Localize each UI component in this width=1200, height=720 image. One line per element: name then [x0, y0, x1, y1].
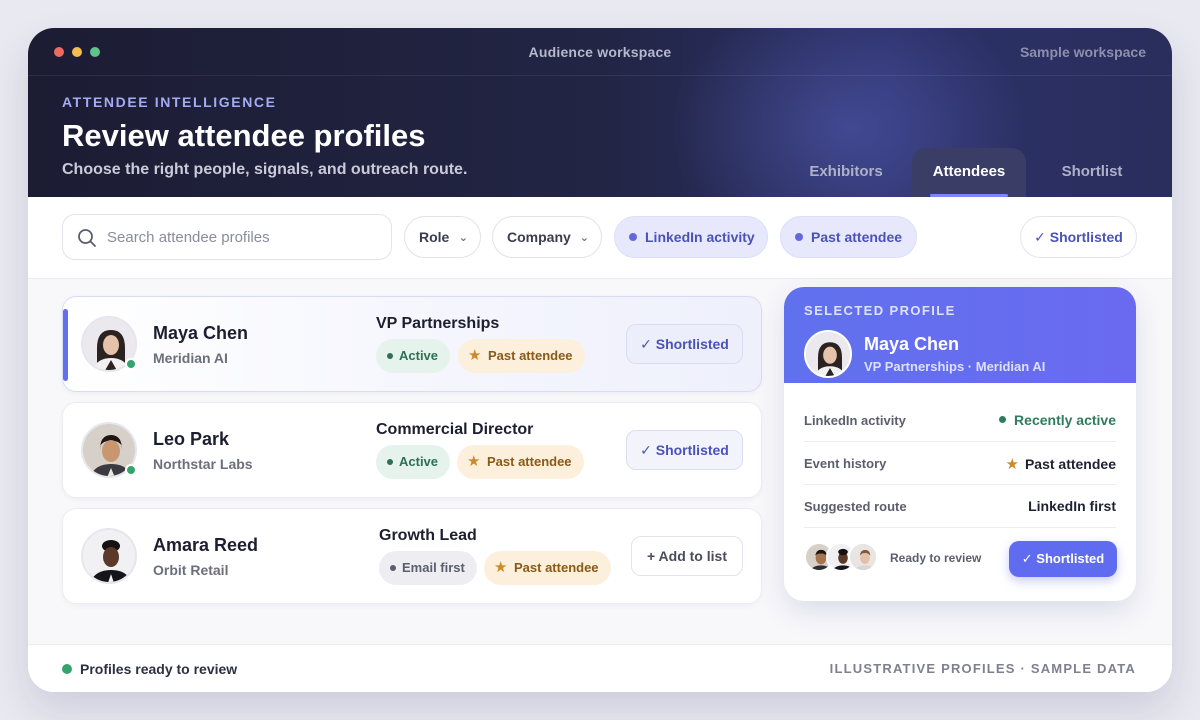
role-filter-label: Role	[419, 229, 450, 245]
panel-header: SELECTED PROFILE Maya Chen VP Partnershi…	[784, 287, 1136, 383]
profile-card-maya-chen[interactable]: Maya Chen Meridian AI VP Partnerships Ac…	[62, 296, 762, 392]
search-box[interactable]	[62, 214, 392, 260]
status-badge-label: Active	[399, 348, 439, 363]
title-bar: Audience workspace Sample workspace	[28, 28, 1172, 76]
app-window: Audience workspace Sample workspace ATTE…	[28, 28, 1172, 692]
profile-company: Meridian AI	[153, 350, 228, 366]
profile-role: VP Partnerships	[376, 315, 500, 332]
avatar	[81, 528, 137, 584]
profile-role: Commercial Director	[376, 421, 534, 438]
panel-row-value: LinkedIn first	[1028, 498, 1116, 514]
footer-note: ILLUSTRATIVE PROFILES · SAMPLE DATA	[829, 661, 1136, 676]
selection-indicator	[63, 309, 68, 381]
past-attendee-badge: ★ Past attendee	[458, 339, 585, 373]
linkedin-status-text: Recently active	[1014, 412, 1116, 428]
filter-dot-icon	[629, 233, 637, 241]
profile-card-leo-park[interactable]: Leo Park Northstar Labs Commercial Direc…	[62, 402, 762, 498]
chevron-down-icon: ⌄	[579, 232, 589, 244]
page-eyebrow: ATTENDEE INTELLIGENCE	[62, 94, 277, 110]
avatar-stack	[804, 542, 884, 574]
past-attendee-badge-label: Past attendee	[488, 348, 573, 363]
profile-company: Orbit Retail	[153, 562, 229, 578]
tab-attendees[interactable]: Attendees	[912, 148, 1026, 197]
window-title: Audience workspace	[528, 44, 672, 60]
panel-profile-subtitle: VP Partnerships · Meridian AI	[864, 359, 1046, 374]
chevron-down-icon: ⌄	[458, 232, 468, 244]
past-attendee-badge: ★ Past attendee	[484, 551, 611, 585]
tab-shortlist[interactable]: Shortlist	[1034, 148, 1150, 197]
star-icon: ★	[1005, 456, 1019, 473]
panel-row-linkedin: LinkedIn activity Recently active	[804, 399, 1116, 442]
status-dot-icon	[999, 416, 1007, 423]
selected-profile-panel: SELECTED PROFILE Maya Chen VP Partnershi…	[784, 287, 1136, 601]
tab-exhibitors[interactable]: Exhibitors	[788, 148, 904, 197]
footer-status: Profiles ready to review	[80, 661, 238, 677]
panel-row-label: LinkedIn activity	[804, 413, 906, 428]
profile-name: Leo Park	[153, 429, 230, 449]
ready-to-review-label: Ready to review	[890, 551, 982, 565]
footer: Profiles ready to review ILLUSTRATIVE PR…	[28, 644, 1172, 692]
linkedin-activity-filter[interactable]: LinkedIn activity	[614, 216, 768, 258]
shortlisted-filter[interactable]: ✓ Shortlisted	[1020, 216, 1137, 258]
profile-name: Amara Reed	[153, 535, 259, 555]
role-filter[interactable]: Role ⌄	[404, 216, 481, 258]
profile-company: Northstar Labs	[153, 456, 253, 472]
panel-row-label: Suggested route	[804, 499, 907, 514]
filter-bar: Role ⌄ Company ⌄ LinkedIn activity Past …	[28, 197, 1172, 279]
email-first-badge-label: Email first	[402, 560, 465, 575]
search-icon	[77, 228, 97, 248]
company-filter[interactable]: Company ⌄	[492, 216, 602, 258]
shortlisted-button[interactable]: ✓ Shortlisted	[626, 324, 743, 364]
linkedin-activity-filter-label: LinkedIn activity	[645, 229, 755, 245]
status-badge-active: Active	[376, 445, 451, 479]
page-subtitle: Choose the right people, signals, and ou…	[62, 161, 468, 178]
panel-row-value: ★ Past attendee	[1006, 455, 1117, 473]
past-attendee-badge: ★ Past attendee	[457, 445, 584, 479]
panel-shortlisted-button[interactable]: ✓ Shortlisted	[1009, 541, 1117, 577]
past-attendee-badge-label: Past attendee	[487, 454, 572, 469]
header: Audience workspace Sample workspace ATTE…	[28, 28, 1172, 197]
status-badge-label: Active	[399, 454, 439, 469]
company-filter-label: Company	[507, 229, 571, 245]
email-first-badge: Email first	[379, 551, 477, 585]
profile-role: Growth Lead	[379, 527, 477, 544]
status-dot-icon	[62, 664, 72, 674]
search-input[interactable]	[107, 215, 377, 259]
star-icon: ★	[467, 453, 481, 470]
panel-row-event-history: Event history ★ Past attendee	[804, 442, 1116, 485]
star-icon: ★	[494, 559, 508, 576]
star-icon: ★	[468, 347, 482, 364]
add-to-list-button[interactable]: + Add to list	[631, 536, 743, 576]
past-attendee-filter[interactable]: Past attendee	[780, 216, 917, 258]
online-status-indicator	[125, 358, 137, 370]
online-status-indicator	[125, 464, 137, 476]
filter-dot-icon	[795, 233, 803, 241]
workspace-label[interactable]: Sample workspace	[1020, 44, 1146, 60]
avatar	[804, 330, 852, 378]
profile-card-amara-reed[interactable]: Amara Reed Orbit Retail Growth Lead Emai…	[62, 508, 762, 604]
panel-row-label: Event history	[804, 456, 887, 471]
past-attendee-badge-label: Past attendee	[514, 560, 599, 575]
status-badge-active: Active	[376, 339, 451, 373]
panel-eyebrow: SELECTED PROFILE	[804, 303, 956, 318]
avatar	[848, 542, 878, 572]
panel-profile-name: Maya Chen	[864, 334, 960, 354]
event-history-text: Past attendee	[1024, 456, 1116, 472]
panel-row-value: Recently active	[999, 412, 1116, 428]
panel-row-suggested-route: Suggested route LinkedIn first	[804, 485, 1116, 528]
past-attendee-filter-label: Past attendee	[811, 229, 903, 245]
shortlisted-button[interactable]: ✓ Shortlisted	[626, 430, 743, 470]
page-title: Review attendee profiles	[62, 118, 426, 153]
profile-name: Maya Chen	[153, 323, 249, 343]
